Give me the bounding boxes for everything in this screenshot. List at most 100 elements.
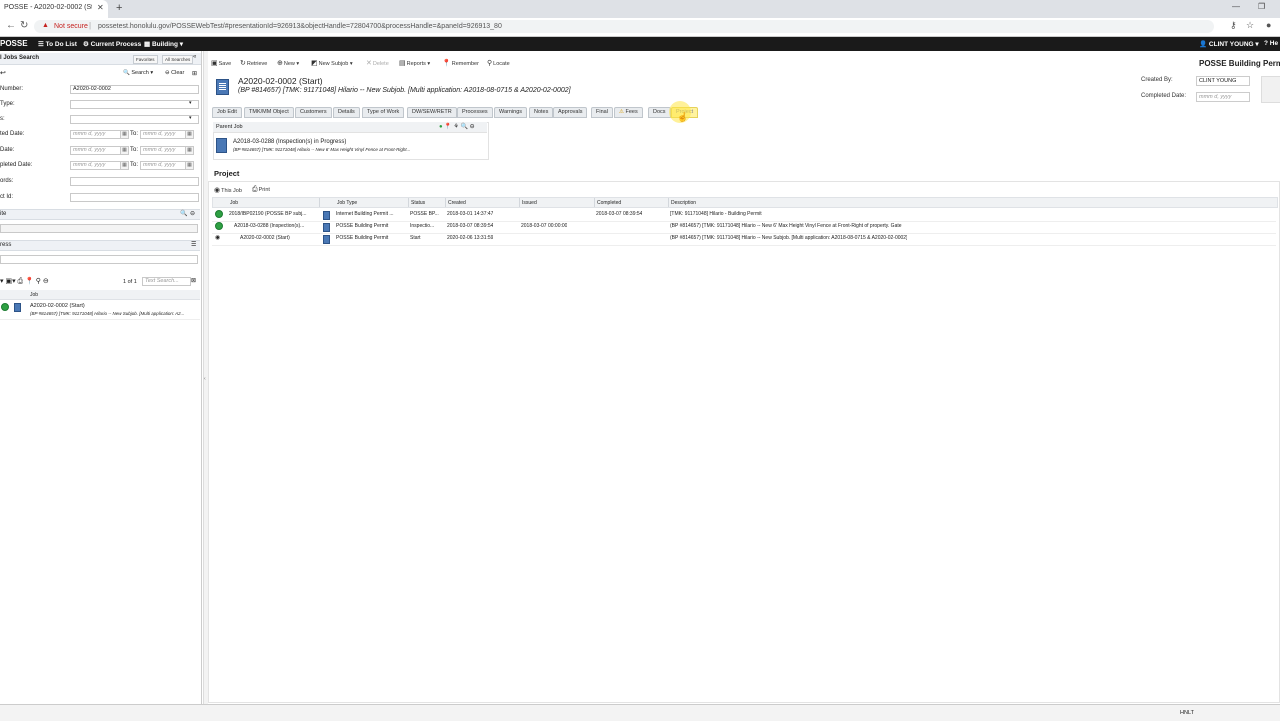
date-from-field[interactable]: mmm d, yyyy xyxy=(70,161,122,170)
tab-warnings[interactable]: Warnings xyxy=(494,107,528,118)
section-header[interactable]: ite 🔍 ⊖ xyxy=(0,209,200,220)
splitter-handle-icon[interactable]: ‹ xyxy=(204,376,206,382)
tab-final[interactable]: Final xyxy=(591,107,613,118)
column-description[interactable]: Description xyxy=(671,200,696,206)
tab-job-edit[interactable]: Job Edit xyxy=(212,107,242,118)
close-icon[interactable]: ⊠ xyxy=(191,277,196,284)
column-job-type[interactable]: Job Type xyxy=(337,200,357,206)
column-job[interactable]: Job xyxy=(230,200,238,206)
date-from-field[interactable]: mmm d, yyyy xyxy=(70,130,122,139)
row-job[interactable]: A2018-03-0288 (Inspection(s)... xyxy=(234,223,317,229)
address-field[interactable] xyxy=(0,255,198,264)
date-from-field[interactable]: mmm d, yyyy xyxy=(70,146,122,155)
pin-icon[interactable]: 📍 xyxy=(444,124,451,130)
section-header[interactable]: ress ☰ xyxy=(0,240,200,251)
tab-docs[interactable]: Docs xyxy=(648,107,671,118)
remove-icon[interactable]: ⊖ xyxy=(470,124,475,130)
search-button[interactable]: 🔍 Search ▾ xyxy=(123,70,153,76)
column-created[interactable]: Created xyxy=(448,200,466,206)
new-tab-icon[interactable]: + xyxy=(116,2,122,14)
tab-approvals[interactable]: Approvals xyxy=(553,107,588,118)
date-to-field[interactable]: mmm d, yyyy xyxy=(140,130,186,139)
calendar-icon[interactable]: ▦ xyxy=(185,161,194,170)
parent-job-title[interactable]: A2018-03-0288 (Inspection(s) in Progress… xyxy=(233,139,346,145)
pin-icon[interactable]: 📍 xyxy=(25,278,34,285)
back-arrow-icon[interactable]: ↩ xyxy=(0,69,6,77)
tab-processes[interactable]: Processes xyxy=(457,107,493,118)
row-job[interactable]: A2020-02-0002 (Start) xyxy=(240,235,317,241)
browser-tab[interactable]: POSSE - A2020-02-0002 (Start) | ✕ xyxy=(0,0,108,18)
minimize-icon[interactable]: — xyxy=(1232,2,1240,11)
current-process-link[interactable]: ⚙ Current Process xyxy=(83,40,141,48)
tab-fees[interactable]: ⚠ Fees xyxy=(614,107,643,118)
site-field[interactable] xyxy=(0,224,198,233)
table-row[interactable]: ◉ A2020-02-0002 (Start) POSSE Building P… xyxy=(212,233,1276,246)
star-icon[interactable]: ☆ xyxy=(1246,20,1254,31)
export-icon[interactable]: ▾ ▣▾ xyxy=(0,278,16,285)
help-link[interactable]: ? He xyxy=(1264,40,1278,47)
completed-date-field[interactable]: mmm d, yyyy xyxy=(1196,92,1250,102)
clear-button[interactable]: ⊖ Clear xyxy=(165,70,184,76)
maximize-icon[interactable]: ❐ xyxy=(1258,2,1265,11)
all-searches-button[interactable]: All Searches xyxy=(162,55,194,64)
new-button[interactable]: ⊕New ▾ xyxy=(277,59,299,67)
key-icon[interactable]: ⚷ xyxy=(1230,20,1237,31)
to-do-list-link[interactable]: ☰ To Do List xyxy=(38,40,77,48)
column-status[interactable]: Status xyxy=(411,200,425,206)
building-menu[interactable]: ▦ Building ▾ xyxy=(144,40,183,48)
type-select[interactable] xyxy=(70,100,199,109)
text-search-input[interactable]: Text Search... xyxy=(142,277,191,286)
new-subjob-button[interactable]: ◩New Subjob ▾ xyxy=(311,59,353,67)
calendar-icon[interactable]: ▦ xyxy=(120,130,129,139)
url-input[interactable]: ▲ Not secure | possetest.honolulu.gov/PO… xyxy=(34,20,1214,33)
column-issued[interactable]: Issued xyxy=(522,200,537,206)
remember-button[interactable]: 📍Remember xyxy=(442,59,479,67)
tab-type-of-work[interactable]: Type of Work xyxy=(362,107,405,118)
user-menu[interactable]: 👤 CLINT YOUNG ▾ xyxy=(1199,40,1259,48)
search-icon[interactable]: 🔍 xyxy=(461,124,468,130)
print-icon[interactable]: ⎙ xyxy=(18,278,24,285)
reports-button[interactable]: ▤Reports ▾ xyxy=(399,59,430,67)
date-to-field[interactable]: mmm d, yyyy xyxy=(140,161,186,170)
project-id-field[interactable] xyxy=(70,193,199,202)
tab-details[interactable]: Details xyxy=(333,107,360,118)
pin-icon[interactable]: ⊞ xyxy=(192,70,197,77)
result-title[interactable]: A2020-02-0002 (Start) xyxy=(30,303,85,309)
reload-icon[interactable]: ↻ xyxy=(20,20,28,31)
hierarchy-icon[interactable]: ⚘ xyxy=(453,124,458,130)
side-button[interactable] xyxy=(1261,76,1280,103)
print-button[interactable]: ⎙Print xyxy=(252,186,270,194)
tab-dw-sew-retr[interactable]: DW/SEW/RETR xyxy=(407,107,457,118)
list-icon[interactable]: ☰ xyxy=(191,241,196,250)
calendar-icon[interactable]: ▦ xyxy=(185,146,194,155)
locate-button[interactable]: ⚲Locate xyxy=(487,59,510,67)
remove-icon[interactable]: ⊖ xyxy=(43,278,49,285)
tab-notes[interactable]: Notes xyxy=(529,107,554,118)
delete-button[interactable]: ✕Delete xyxy=(366,59,389,67)
column-completed[interactable]: Completed xyxy=(597,200,621,206)
status-select[interactable] xyxy=(70,115,199,124)
profile-icon[interactable]: ● xyxy=(1266,20,1271,30)
job-column-header[interactable]: Job xyxy=(30,292,38,298)
search-icon[interactable]: 🔍 xyxy=(180,210,187,219)
locate-icon[interactable]: ⚲ xyxy=(36,278,41,285)
status-green-icon[interactable]: ● xyxy=(439,124,443,130)
list-item[interactable]: A2020-02-0002 (Start) (BP #814657) [TMK:… xyxy=(0,301,200,320)
remove-icon[interactable]: ⊖ xyxy=(190,210,195,219)
calendar-icon[interactable]: ▦ xyxy=(120,161,129,170)
keywords-field[interactable] xyxy=(70,177,199,186)
this-job-button[interactable]: ◉This Job xyxy=(214,186,242,194)
retrieve-button[interactable]: ↻Retrieve xyxy=(240,59,267,67)
number-field[interactable]: A2020-02-0002 xyxy=(70,85,199,94)
tab-customers[interactable]: Customers xyxy=(295,107,332,118)
calendar-icon[interactable]: ▦ xyxy=(120,146,129,155)
close-tab-icon[interactable]: ✕ xyxy=(97,3,104,12)
tab-tmk-mm-object[interactable]: TMK/MM Object xyxy=(244,107,294,118)
save-button[interactable]: ▣Save xyxy=(211,59,231,67)
back-icon[interactable]: ← xyxy=(6,20,16,31)
row-job[interactable]: 2018/IBP02190 (POSSE BP subj... xyxy=(229,211,317,217)
collapse-icon[interactable]: « xyxy=(193,54,196,60)
favorites-button[interactable]: Favorites xyxy=(133,55,158,64)
date-to-field[interactable]: mmm d, yyyy xyxy=(140,146,186,155)
calendar-icon[interactable]: ▦ xyxy=(185,130,194,139)
